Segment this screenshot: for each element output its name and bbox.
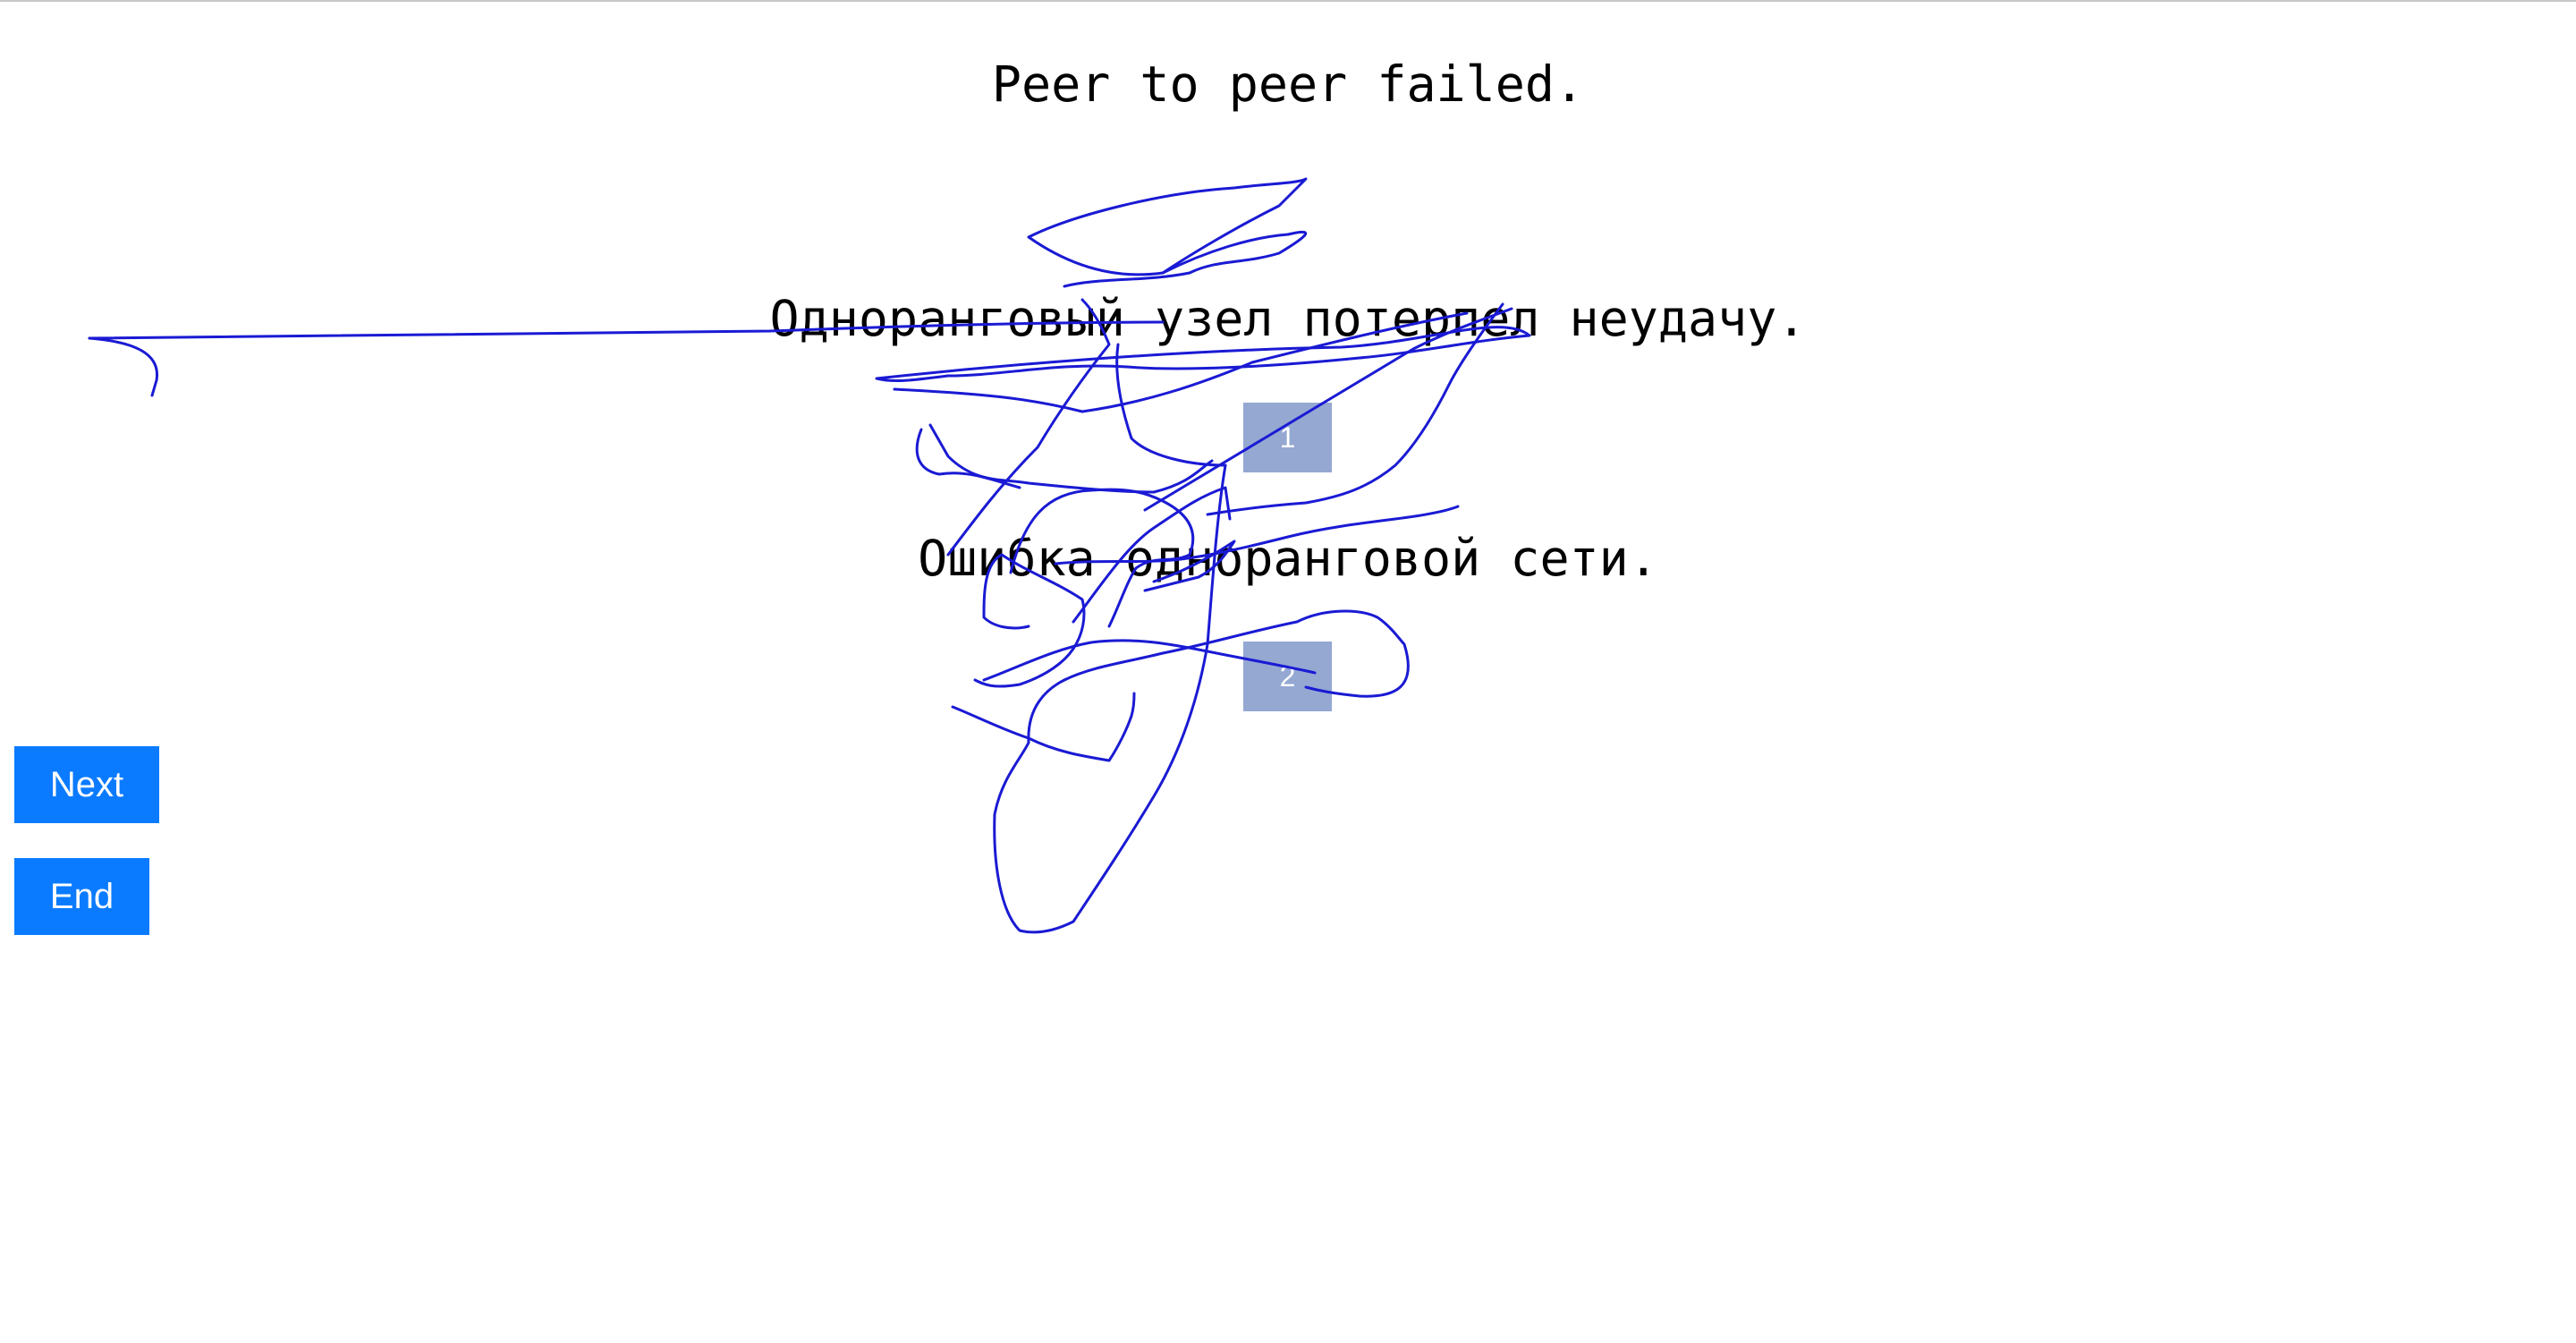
translation-option-1: Одноранговый узел потерпел неудачу. [769,290,1807,347]
top-border [0,0,2576,2]
source-text: Peer to peer failed. [991,55,1585,113]
next-button[interactable]: Next [14,746,159,823]
rank-marker-2[interactable]: 2 [1243,642,1332,711]
translation-option-2: Ошибка одноранговой сети. [918,530,1658,587]
end-button[interactable]: End [14,858,149,935]
rank-marker-1[interactable]: 1 [1243,403,1332,472]
